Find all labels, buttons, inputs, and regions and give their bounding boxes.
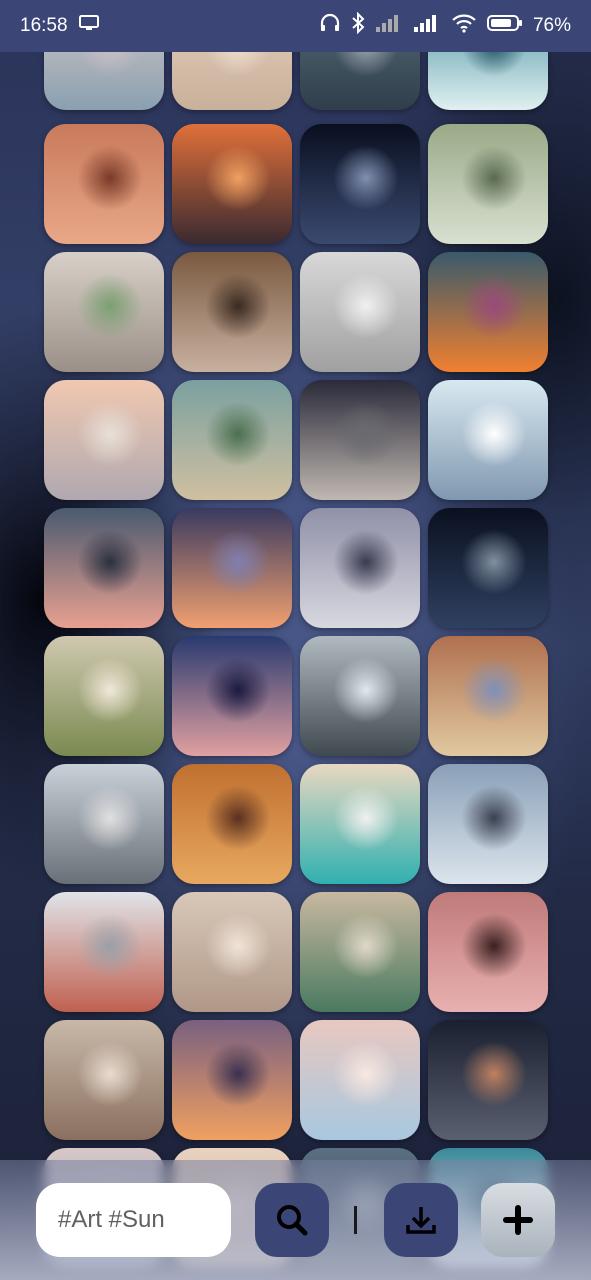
tag-search-input[interactable] — [36, 1183, 231, 1257]
battery-icon — [486, 13, 523, 39]
wallpaper-tile-pink-room-portal[interactable] — [428, 892, 548, 1012]
wallpaper-tile-hexagon-spaceship[interactable] — [300, 636, 420, 756]
wallpaper-tile-glowing-sun-dunes[interactable] — [172, 508, 292, 628]
wallpaper-tile-amber-lounge[interactable] — [172, 764, 292, 884]
wallpaper-tile-concrete-corridor[interactable] — [300, 508, 420, 628]
wallpaper-tile-space-station-planet[interactable] — [300, 124, 420, 244]
wallpaper-tile-pool-framed-view[interactable] — [300, 892, 420, 1012]
wallpaper-tile-house-at-dusk[interactable] — [44, 508, 164, 628]
wallpaper-tile-spaceship-pool[interactable] — [428, 380, 548, 500]
signal-strong-icon — [413, 13, 441, 39]
wallpaper-tile-desert-mountains[interactable] — [44, 1020, 164, 1140]
wallpaper-tile-orange-sun-flowers[interactable] — [428, 252, 548, 372]
wallpaper-tile-terracotta-stairs[interactable] — [44, 124, 164, 244]
wallpaper-tile-beige-stair-room[interactable] — [172, 892, 292, 1012]
wallpaper-tile-frozen-desert-chair[interactable] — [44, 764, 164, 884]
wallpaper-grid — [44, 0, 548, 1280]
plus-icon — [503, 1205, 533, 1235]
separator — [354, 1206, 357, 1234]
wifi-icon — [451, 13, 477, 39]
battery-percent: 76% — [532, 15, 571, 36]
download-button[interactable] — [384, 1183, 458, 1257]
wallpaper-tile-ufo-pod-dunes[interactable] — [44, 380, 164, 500]
wallpaper-tile-pink-window-sea[interactable] — [300, 1020, 420, 1140]
wallpaper-tile-mirror-tower[interactable] — [44, 892, 164, 1012]
wallpaper-tile-pool-garden-window[interactable] — [172, 380, 292, 500]
status-bar: 16:58 76% — [0, 0, 591, 52]
wallpaper-tile-dark-glass-room[interactable] — [428, 508, 548, 628]
search-icon — [277, 1205, 308, 1236]
headphones-icon — [319, 13, 341, 39]
wallpaper-tile-green-dome-interior[interactable] — [428, 124, 548, 244]
wallpaper-tile-stone-sculpture-night[interactable] — [300, 380, 420, 500]
wallpaper-tile-orange-sun-clouds[interactable] — [172, 1020, 292, 1140]
wallpaper-tile-white-room-portal[interactable] — [300, 252, 420, 372]
wallpaper-tile-round-window-room[interactable] — [44, 252, 164, 372]
add-button[interactable] — [481, 1183, 555, 1257]
wallpaper-tile-wood-room-moon[interactable] — [172, 252, 292, 372]
screen-cast-icon — [78, 14, 100, 38]
search-button[interactable] — [255, 1183, 329, 1257]
wallpaper-tile-bonsai-window[interactable] — [44, 636, 164, 756]
wallpaper-tile-moon-lamp-tree[interactable] — [428, 636, 548, 756]
wallpaper-tile-moon-lake-mountains[interactable] — [172, 636, 292, 756]
wallpaper-tile-sea-lanterns[interactable] — [428, 1020, 548, 1140]
wallpaper-tile-turquoise-beach[interactable] — [300, 764, 420, 884]
bluetooth-icon — [351, 11, 365, 40]
download-icon — [406, 1207, 436, 1234]
wallpaper-tile-sunset-desert-sphere[interactable] — [172, 124, 292, 244]
signal-weak-icon — [375, 13, 403, 39]
clock: 16:58 — [20, 15, 68, 36]
wallpaper-tile-blue-interior-plants[interactable] — [428, 764, 548, 884]
